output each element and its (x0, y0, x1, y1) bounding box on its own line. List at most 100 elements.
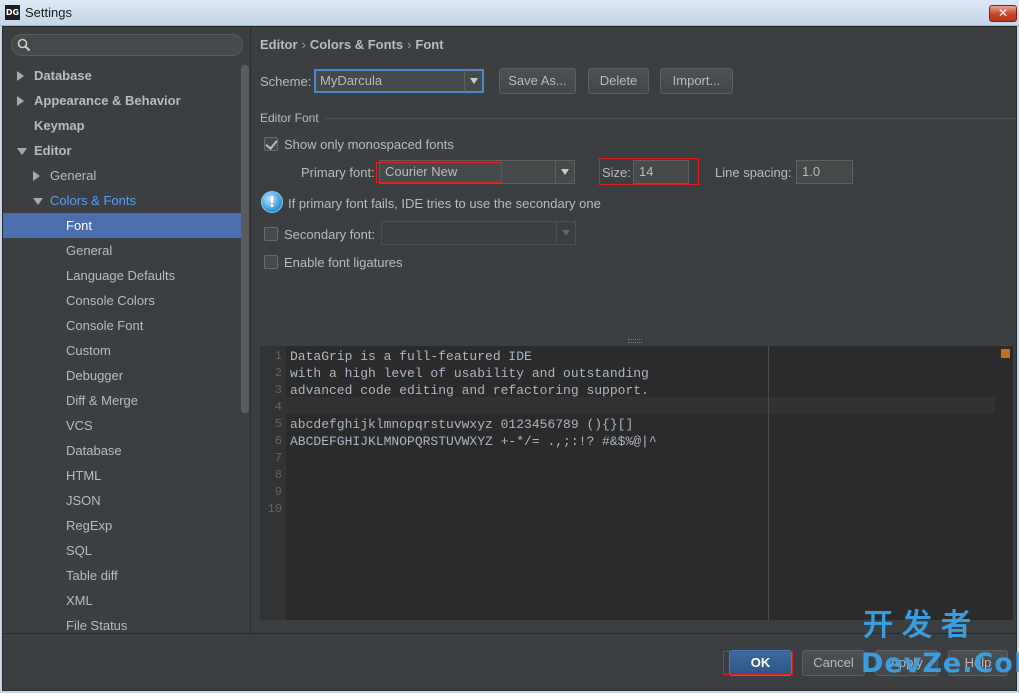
datagrip-logo-icon: DG (5, 5, 20, 20)
window-title: Settings (25, 5, 72, 20)
settings-search-input[interactable] (11, 34, 243, 56)
sidebar-divider[interactable] (250, 27, 251, 633)
size-highlight (599, 158, 699, 185)
sidebar-item-label: File Status (66, 618, 128, 633)
font-preview-editor[interactable]: 1 DataGrip is a full-featured IDE 2 with a … (260, 346, 1013, 620)
line-spacing-label: Line spacing: (715, 165, 792, 180)
monospaced-label[interactable]: Show only monospaced fonts (284, 137, 454, 152)
sidebar-item-database[interactable]: Database (3, 63, 249, 88)
sidebar-item-label: Language Defaults (66, 268, 176, 283)
sidebar-item-html[interactable]: HTML (3, 463, 249, 488)
sidebar-item-colors-fonts[interactable]: Colors & Fonts (3, 188, 249, 213)
sidebar-item-label: Custom (66, 343, 111, 358)
sidebar-scrollbar-thumb[interactable] (241, 65, 249, 413)
line-number: 3 (274, 383, 282, 397)
delete-button[interactable]: Delete (588, 68, 649, 94)
sidebar-item-console-font[interactable]: Console Font (3, 313, 249, 338)
sidebar-item-label: General (66, 243, 113, 258)
monospaced-checkbox[interactable] (264, 137, 278, 151)
cancel-button[interactable]: Cancel (802, 650, 865, 676)
sidebar-item-json[interactable]: JSON (3, 488, 249, 513)
sidebar-item-vcs[interactable]: VCS (3, 413, 249, 438)
section-divider (325, 118, 1015, 119)
sidebar-item-general[interactable]: General (3, 238, 249, 263)
footer-divider (3, 633, 1016, 634)
sidebar-item-language-defaults[interactable]: Language Defaults (3, 263, 249, 288)
line-number: 1 (274, 349, 282, 363)
line-number: 4 (274, 400, 282, 414)
sidebar-item-file-status[interactable]: File Status (3, 613, 249, 633)
ligatures-checkbox[interactable] (264, 255, 278, 269)
chevron-right-icon[interactable] (33, 171, 40, 181)
caret-row-highlight (286, 397, 995, 414)
sidebar-item-label: Console Font (66, 318, 144, 333)
sidebar-item-label: HTML (66, 468, 102, 483)
chevron-right-icon[interactable] (17, 96, 24, 106)
help-button[interactable]: Help (948, 650, 1008, 676)
secondary-font-select[interactable] (381, 221, 576, 245)
sidebar-item-label: Database (66, 443, 122, 458)
sidebar-item-editor[interactable]: Editor (3, 138, 249, 163)
sidebar-item-label: JSON (66, 493, 101, 508)
sidebar-item-debugger[interactable]: Debugger (3, 363, 249, 388)
sidebar-item-label: Colors & Fonts (50, 193, 136, 208)
line-number: 5 (274, 417, 282, 431)
scheme-select[interactable]: MyDarcula (314, 69, 484, 93)
sidebar-item-label: Editor (34, 143, 72, 158)
line-number: 9 (274, 485, 282, 499)
apply-button[interactable]: Apply (875, 650, 938, 676)
window-close-button[interactable]: ✕ (989, 5, 1017, 22)
ligatures-label[interactable]: Enable font ligatures (284, 255, 403, 270)
sidebar-item-label: Keymap (34, 118, 85, 133)
sidebar-item-diff-merge[interactable]: Diff & Merge (3, 388, 249, 413)
preview-splitter-handle[interactable] (628, 339, 642, 343)
breadcrumb-colors-fonts: Colors & Fonts (309, 37, 404, 52)
save-as-button[interactable]: Save As... (499, 68, 576, 94)
secondary-font-checkbox[interactable] (264, 227, 278, 241)
window-titlebar[interactable]: DG Settings ✕ (0, 0, 1019, 26)
sidebar-item-label: Debugger (66, 368, 124, 383)
sidebar-item-label: RegExp (66, 518, 113, 533)
sidebar-item-label: General (50, 168, 97, 183)
line-number: 6 (274, 434, 282, 448)
sidebar-item-label: Appearance & Behavior (34, 93, 181, 108)
breadcrumb-separator: › (407, 37, 412, 52)
secondary-font-label[interactable]: Secondary font: (284, 227, 375, 242)
settings-tree: Database Appearance & Behavior Keymap Edito… (3, 63, 249, 633)
sidebar-item-sql[interactable]: SQL (3, 538, 249, 563)
sidebar-item-general[interactable]: General (3, 163, 249, 188)
breadcrumb-separator: › (301, 37, 306, 52)
chevron-down-icon[interactable] (33, 198, 43, 205)
sidebar-item-regexp[interactable]: RegExp (3, 513, 249, 538)
chevron-down-icon[interactable] (17, 148, 27, 155)
error-stripe-marker[interactable] (1001, 349, 1010, 358)
line-number: 2 (274, 366, 282, 380)
line-spacing-input[interactable]: 1.0 (796, 160, 853, 184)
sidebar-item-database[interactable]: Database (3, 438, 249, 463)
sidebar-item-console-colors[interactable]: Console Colors (3, 288, 249, 313)
chevron-down-icon (556, 222, 575, 244)
code-line: DataGrip is a full-featured IDE (290, 349, 532, 364)
chevron-down-icon (555, 161, 574, 183)
sidebar-item-custom[interactable]: Custom (3, 338, 249, 363)
fallback-info-text: If primary font fails, IDE tries to use … (288, 196, 601, 211)
sidebar-item-font[interactable]: Font (3, 213, 249, 238)
sidebar-item-appearance-behavior[interactable]: Appearance & Behavior (3, 88, 249, 113)
sidebar-item-label: Console Colors (66, 293, 155, 308)
sidebar-item-keymap[interactable]: Keymap (3, 113, 249, 138)
sidebar-item-table-diff[interactable]: Table diff (3, 563, 249, 588)
sidebar-item-label: Font (66, 218, 93, 233)
code-line: abcdefghijklmnopqrstuvwxyz 0123456789 ()… (290, 417, 634, 432)
sidebar-item-label: VCS (66, 418, 93, 433)
primary-font-label: Primary font: (301, 165, 375, 180)
primary-font-highlight (376, 162, 502, 183)
sidebar-item-xml[interactable]: XML (3, 588, 249, 613)
code-line: advanced code editing and refactoring su… (290, 383, 649, 398)
editor-font-section-title: Editor Font (260, 111, 319, 125)
info-icon (261, 191, 283, 213)
chevron-right-icon[interactable] (17, 71, 24, 81)
settings-dialog: Database Appearance & Behavior Keymap Edito… (2, 26, 1017, 691)
import-button[interactable]: Import... (660, 68, 733, 94)
sidebar-item-label: Database (34, 68, 92, 83)
code-line: ABCDEFGHIJKLMNOPQRSTUVWXYZ +-*/= .,;:!? … (290, 434, 657, 449)
